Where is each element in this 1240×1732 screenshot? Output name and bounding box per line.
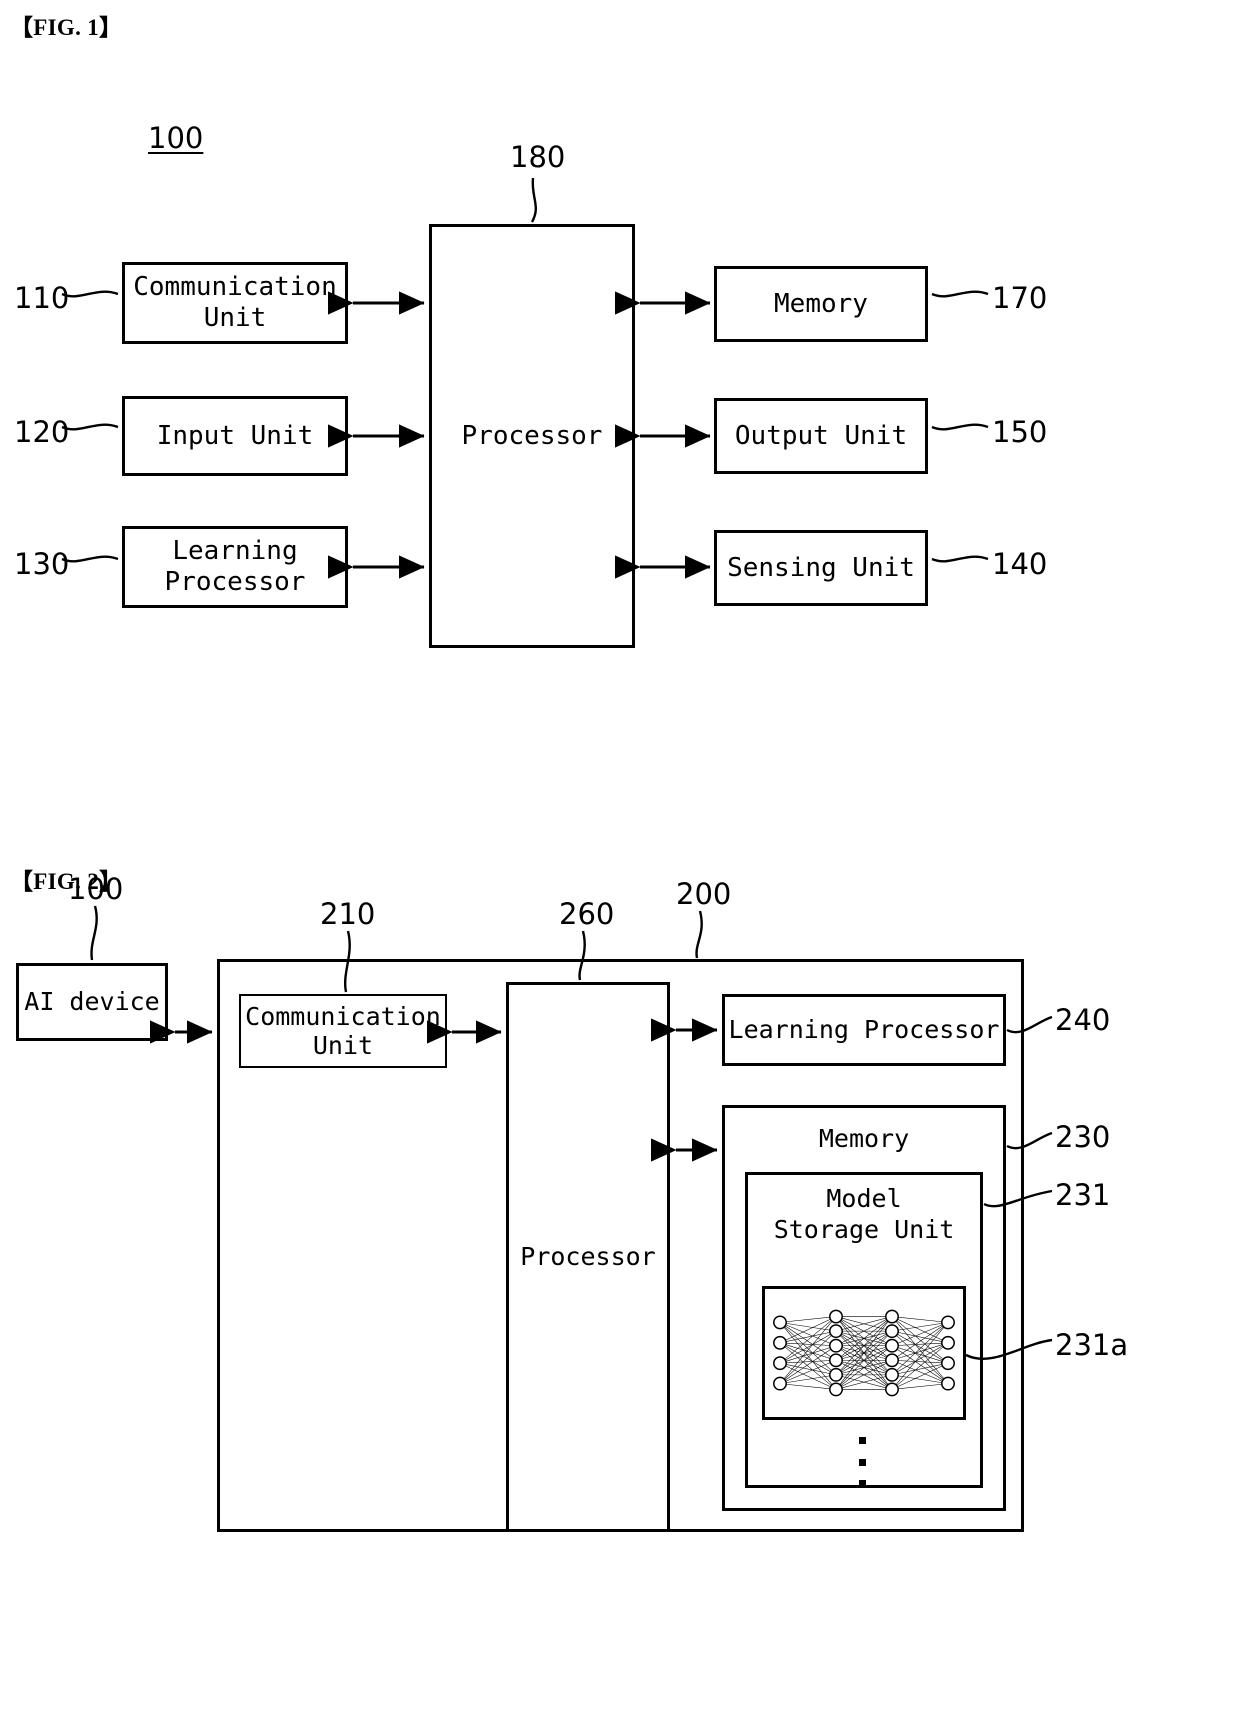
ref-170: 170 xyxy=(992,281,1048,315)
fig1-memory-label: Memory xyxy=(774,288,868,319)
fig2-processor-box: Processor xyxy=(506,982,670,1532)
ref-180: 180 xyxy=(510,140,566,174)
fig2-model-storage-unit-label: Model Storage Unit xyxy=(773,1184,955,1244)
ref-fig2-100: 100 xyxy=(68,872,124,906)
fig1-memory-box: Memory xyxy=(714,266,928,342)
ref-231: 231 xyxy=(1055,1178,1111,1212)
fig1-output-unit-box: Output Unit xyxy=(714,398,928,474)
fig2-ai-device-label: AI device xyxy=(24,987,160,1017)
fig1-input-unit-box: Input Unit xyxy=(122,396,348,476)
fig2-learning-processor-label: Learning Processor xyxy=(728,1015,1000,1045)
fig1-sensing-unit-label: Sensing Unit xyxy=(727,552,915,583)
ref-150: 150 xyxy=(992,415,1048,449)
ref-120: 120 xyxy=(14,415,70,449)
ref-240: 240 xyxy=(1055,1003,1111,1037)
figure-1-caption: 【FIG. 1】 xyxy=(10,15,123,40)
leader-120 xyxy=(61,423,119,431)
fig2-memory-label: Memory xyxy=(818,1124,910,1153)
leader-140 xyxy=(931,555,989,563)
leader-fig2-100 xyxy=(90,905,98,961)
ref-210: 210 xyxy=(320,897,376,931)
fig1-communication-unit-box: Communication Unit xyxy=(122,262,348,344)
leader-110 xyxy=(61,290,119,298)
ref-130: 130 xyxy=(14,547,70,581)
fig1-learning-processor-box: Learning Processor xyxy=(122,526,348,608)
figure-1-system-ref: 100 xyxy=(148,121,204,155)
fig1-output-unit-label: Output Unit xyxy=(734,420,908,451)
patent-drawing-sheet: 【FIG. 1】 100 110 120 130 180 170 150 140… xyxy=(0,0,1240,1732)
ref-110: 110 xyxy=(14,281,70,315)
vertical-ellipsis xyxy=(858,1437,866,1487)
fig2-learning-processor-box: Learning Processor xyxy=(722,994,1006,1066)
fig2-ai-device-box: AI device xyxy=(16,963,168,1041)
fig1-communication-unit-label: Communication Unit xyxy=(133,272,337,333)
ref-231a: 231a xyxy=(1055,1328,1129,1362)
fig1-processor-box: Processor xyxy=(429,224,635,648)
fig1-learning-processor-label: Learning Processor xyxy=(164,536,306,597)
ref-260: 260 xyxy=(559,897,615,931)
fig1-sensing-unit-box: Sensing Unit xyxy=(714,530,928,606)
leader-130 xyxy=(61,555,119,563)
neural-network-graphic xyxy=(773,1309,955,1397)
leader-200 xyxy=(695,910,703,959)
ref-140: 140 xyxy=(992,547,1048,581)
leader-150 xyxy=(931,423,989,431)
fig2-processor-label: Processor xyxy=(520,1242,656,1272)
leader-180 xyxy=(530,177,537,223)
ref-230: 230 xyxy=(1055,1120,1111,1154)
fig2-communication-unit-label: Communication Unit xyxy=(245,1001,441,1061)
fig1-processor-label: Processor xyxy=(461,420,603,451)
fig2-communication-unit-box: Communication Unit xyxy=(239,994,447,1068)
leader-170 xyxy=(931,290,989,298)
ref-200: 200 xyxy=(676,877,732,911)
fig1-input-unit-label: Input Unit xyxy=(156,420,314,451)
